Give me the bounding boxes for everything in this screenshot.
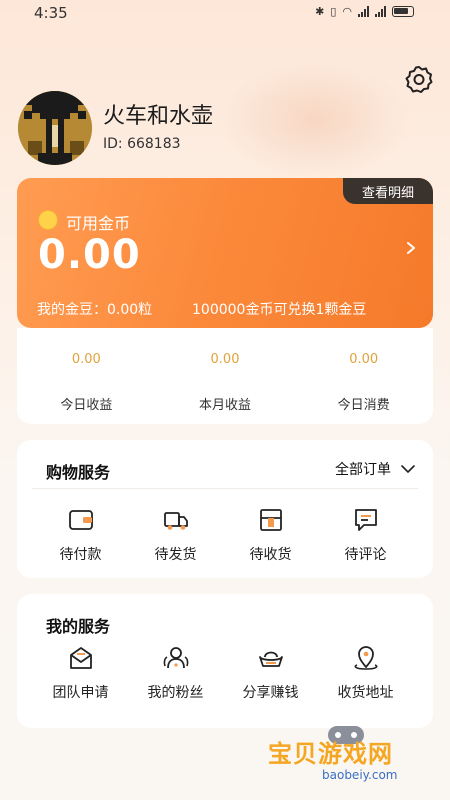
item-label: 待付款 <box>59 547 102 563</box>
item-label: 待发货 <box>154 547 197 563</box>
my-services-panel: 我的服务 团队申请 我的粉丝 分享赚钱 收货地址 <box>17 594 433 728</box>
shipping-address-button[interactable]: 收货地址 <box>318 644 413 702</box>
signal-icon-2 <box>375 6 386 17</box>
exchange-rate-text: 100000金币可兑换1颗金豆 <box>192 302 367 318</box>
coin-balance: 0.00 <box>38 232 141 278</box>
stat-today-spending[interactable]: 0.00 今日消费 <box>294 328 433 424</box>
section-title: 我的服务 <box>46 617 111 636</box>
location-icon <box>354 646 377 670</box>
coin-label: 可用金币 <box>66 214 131 233</box>
coin-icon <box>38 210 58 230</box>
wallet-icon <box>68 510 93 530</box>
bluetooth-icon: ✱ <box>315 5 325 18</box>
stat-label: 今日消费 <box>337 398 390 413</box>
status-time: 4:35 <box>34 4 68 22</box>
package-icon <box>259 509 282 531</box>
watermark-title: 宝贝游戏网 <box>268 740 393 768</box>
pending-shipment-button[interactable]: 待发货 <box>128 506 223 564</box>
status-icons: ✱ ▯ ◠ <box>315 5 414 18</box>
item-label: 我的粉丝 <box>147 685 204 701</box>
my-fans-button[interactable]: 我的粉丝 <box>128 644 223 702</box>
pending-receipt-button[interactable]: 待收货 <box>223 506 318 564</box>
comment-icon <box>354 509 377 531</box>
section-title: 购物服务 <box>46 463 111 482</box>
wifi-icon: ◠ <box>342 5 352 18</box>
item-label: 团队申请 <box>52 685 109 701</box>
truck-icon <box>163 512 188 530</box>
stat-label: 本月收益 <box>199 398 252 413</box>
gold-bean-balance: 我的金豆：0.00粒 <box>37 302 153 318</box>
user-name: 火车和水壶 <box>103 104 214 129</box>
chevron-down-icon <box>401 465 415 473</box>
gear-icon[interactable] <box>404 64 434 94</box>
mail-icon <box>69 647 92 669</box>
stat-today-earnings[interactable]: 0.00 今日收益 <box>17 328 156 424</box>
all-orders-link[interactable]: 全部订单 <box>335 459 415 479</box>
pending-review-button[interactable]: 待评论 <box>318 506 413 564</box>
stat-value: 0.00 <box>349 352 379 367</box>
status-bar: 4:35 ✱ ▯ ◠ <box>0 0 450 26</box>
fans-icon <box>163 647 188 669</box>
divider <box>32 488 418 489</box>
earnings-stats: 0.00 今日收益 0.00 本月收益 0.00 今日消费 <box>17 328 433 424</box>
item-label: 收货地址 <box>337 685 394 701</box>
coin-card[interactable]: 查看明细 可用金币 0.00 我的金豆：0.00粒 100000金币可兑换1颗金… <box>17 178 433 328</box>
view-details-button[interactable]: 查看明细 <box>343 178 433 204</box>
vibrate-icon: ▯ <box>330 5 337 18</box>
item-label: 待评论 <box>344 547 387 563</box>
chevron-right-icon[interactable] <box>405 242 417 254</box>
stat-value: 0.00 <box>71 352 101 367</box>
battery-icon <box>392 6 414 17</box>
shopping-services-panel: 购物服务 全部订单 待付款 待发货 待收货 待评论 <box>17 440 433 578</box>
all-orders-label: 全部订单 <box>335 462 391 478</box>
gold-ingot-icon <box>258 651 283 667</box>
share-earn-button[interactable]: 分享赚钱 <box>223 644 318 702</box>
item-label: 分享赚钱 <box>242 685 299 701</box>
stat-month-earnings[interactable]: 0.00 本月收益 <box>156 328 295 424</box>
item-label: 待收货 <box>249 547 292 563</box>
pending-payment-button[interactable]: 待付款 <box>33 506 128 564</box>
watermark-url: baobeiy.com <box>322 768 398 782</box>
team-application-button[interactable]: 团队申请 <box>33 644 128 702</box>
signal-icon <box>358 6 369 17</box>
stat-value: 0.00 <box>210 352 240 367</box>
stat-label: 今日收益 <box>60 398 113 413</box>
avatar[interactable] <box>18 91 92 165</box>
header-decoration <box>220 60 410 180</box>
user-id: ID: 668183 <box>103 136 181 152</box>
